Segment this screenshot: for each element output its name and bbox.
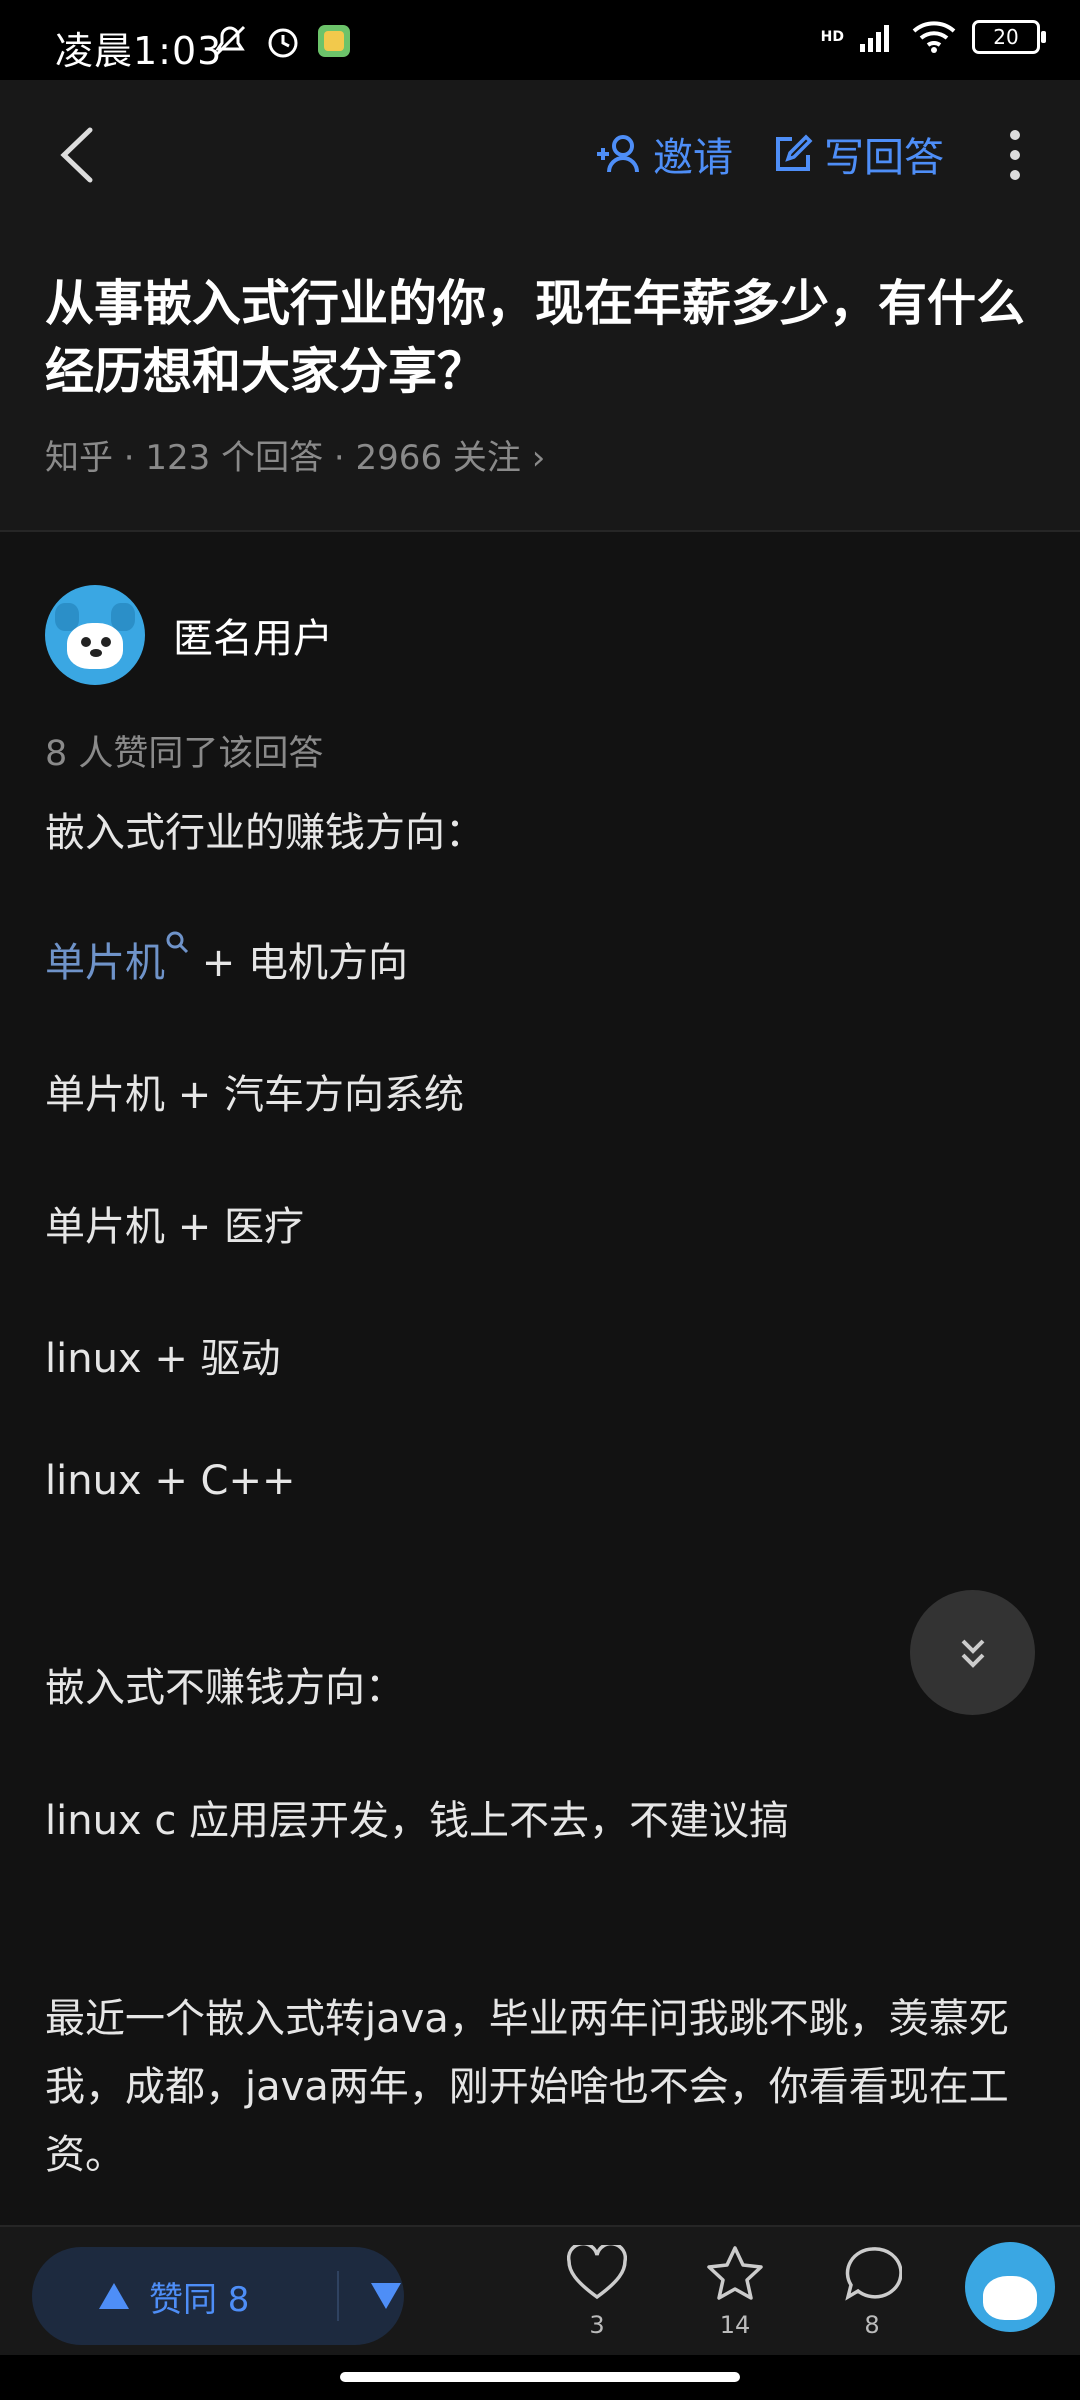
paragraph: 单片机 + 汽车方向系统 — [45, 1072, 464, 1118]
back-arrow-icon[interactable] — [50, 120, 110, 190]
paragraph: 单片机 + 医疗 — [45, 1204, 304, 1250]
mute-icon — [214, 25, 246, 57]
add-user-icon — [597, 135, 639, 173]
alarm-icon — [268, 28, 298, 58]
downvote-icon[interactable] — [369, 2281, 403, 2311]
network-type-label: HD — [820, 29, 844, 45]
invite-label: 邀请 — [653, 135, 733, 181]
home-indicator[interactable] — [340, 2372, 740, 2382]
search-icon[interactable] — [165, 930, 189, 954]
author-avatar[interactable] — [45, 585, 145, 685]
author-avatar-small[interactable] — [965, 2242, 1055, 2332]
comment-count: 8 — [864, 2311, 880, 2339]
upvote-button[interactable]: 赞同 8 — [32, 2272, 337, 2321]
like-count: 3 — [589, 2311, 605, 2339]
paragraph: 嵌入式不赚钱方向： — [45, 1665, 405, 1711]
question-title[interactable]: 从事嵌入式行业的你，现在年薪多少，有什么经历想和大家分享？ — [45, 270, 1045, 406]
paragraph: linux c 应用层开发，钱上不去，不建议搞 — [45, 1798, 790, 1844]
upvote-triangle-icon — [99, 2283, 129, 2309]
paragraph: 单片机 + 电机方向 — [45, 930, 408, 988]
status-icons — [210, 22, 352, 60]
write-answer-button[interactable]: 写回答 — [772, 125, 944, 183]
paragraph: linux + 驱动 — [45, 1336, 281, 1382]
battery-indicator: 20 — [972, 20, 1046, 54]
paragraph: linux + C++ — [45, 1458, 296, 1504]
heart-icon — [566, 2242, 628, 2300]
like-button[interactable]: 3 — [557, 2242, 637, 2339]
app-notification-icon — [318, 25, 350, 57]
upvote-label: 赞同 8 — [149, 2279, 250, 2320]
paragraph: 最近一个嵌入式转java，毕业两年问我跳不跳，羡慕死我，成都，java两年，刚开… — [45, 1996, 1009, 2178]
paragraph-text: + 电机方向 — [189, 940, 408, 986]
search-link[interactable]: 单片机 — [45, 940, 165, 986]
more-options-icon[interactable] — [1000, 125, 1030, 185]
question-header: 从事嵌入式行业的你，现在年薪多少，有什么经历想和大家分享？ 知乎 · 123 个… — [0, 220, 1080, 532]
comment-button[interactable]: 8 — [832, 2245, 912, 2339]
comment-icon — [845, 2247, 903, 2301]
status-right: HD 20 — [820, 20, 1046, 54]
bottom-action-bar: 赞同 8 3 14 8 — [0, 2225, 1080, 2357]
favorite-count: 14 — [719, 2311, 751, 2339]
vote-pill: 赞同 8 — [32, 2247, 404, 2345]
favorite-button[interactable]: 14 — [695, 2245, 775, 2339]
double-chevron-down-icon — [961, 1639, 984, 1668]
invite-button[interactable]: 邀请 — [595, 125, 733, 183]
scroll-down-button[interactable] — [910, 1590, 1035, 1715]
wifi-icon — [912, 21, 956, 53]
signal-icon — [860, 25, 889, 52]
answer-author[interactable]: 匿名用户 — [45, 585, 333, 685]
top-nav-bar: 邀请 写回答 — [0, 80, 1080, 220]
write-answer-label: 写回答 — [824, 135, 944, 181]
star-icon — [707, 2246, 763, 2300]
status-time: 凌晨1:03 — [55, 29, 223, 73]
edit-icon — [776, 134, 813, 171]
author-name[interactable]: 匿名用户 — [173, 606, 333, 664]
upvote-summary: 8 人赞同了该回答 — [45, 734, 324, 774]
status-bar: 凌晨1:03 HD 20 — [0, 0, 1080, 80]
question-meta[interactable]: 知乎 · 123 个回答 · 2966 关注 › — [45, 430, 545, 479]
paragraph: 嵌入式行业的赚钱方向： — [45, 810, 485, 856]
vote-divider — [337, 2271, 339, 2321]
